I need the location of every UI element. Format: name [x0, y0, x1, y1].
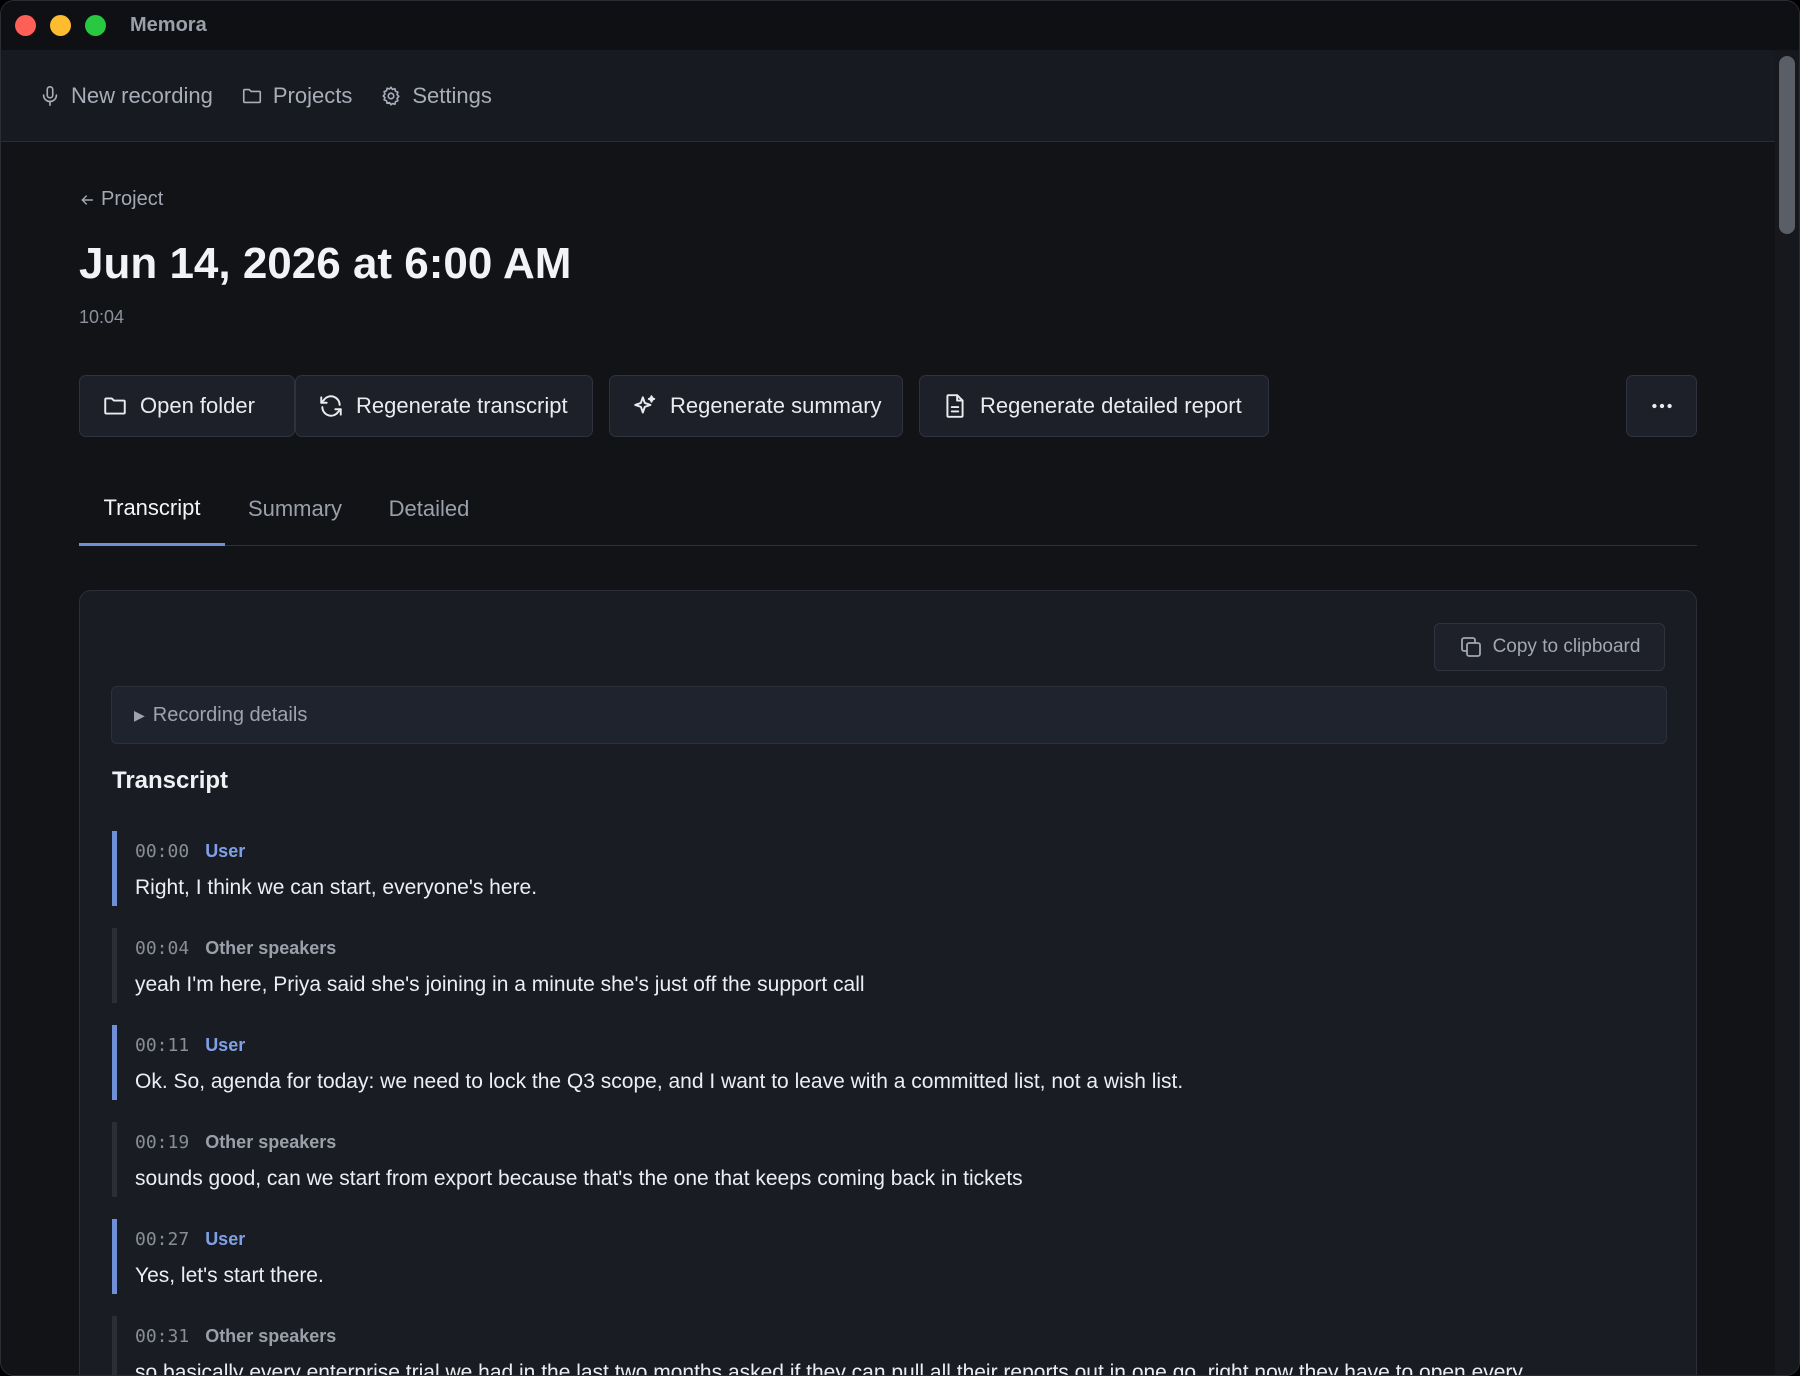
transcript-entry: 00:19 Other speakers sounds good, can we… — [112, 1122, 1668, 1197]
entry-text: yeah I'm here, Priya said she's joining … — [135, 973, 865, 996]
entry-speaker: User — [205, 841, 246, 861]
entry-text: sounds good, can we start from export be… — [135, 1167, 1023, 1190]
recording-details-label: Recording details — [152, 703, 308, 726]
entry-timestamp: 00:27 — [135, 1229, 190, 1250]
disclosure-triangle-icon: ▶ — [134, 706, 145, 723]
entry-timestamp: 00:11 — [135, 1035, 190, 1056]
title-bar: Memora — [1, 1, 1799, 50]
back-to-project-link[interactable]: Project — [79, 188, 163, 211]
regenerate-summary-label: Regenerate summary — [670, 393, 882, 418]
scrollbar-track[interactable] — [1775, 50, 1799, 1375]
tab-transcript[interactable]: Transcript — [79, 472, 225, 546]
entry-timestamp: 00:19 — [135, 1132, 190, 1153]
more-horizontal-icon — [1651, 403, 1672, 409]
regenerate-summary-button[interactable]: Regenerate summary — [609, 375, 903, 437]
entry-speaker: Other speakers — [205, 1132, 337, 1152]
regenerate-transcript-label: Regenerate transcript — [356, 393, 568, 418]
scrollbar-thumb[interactable] — [1779, 56, 1795, 234]
arrow-left-icon — [81, 194, 94, 205]
entry-speaker: User — [205, 1035, 246, 1055]
entry-meta: 00:27 User — [135, 1229, 245, 1250]
top-navigation: New recording Projects Settings — [1, 50, 1777, 142]
app-title: Memora — [130, 14, 207, 36]
transcript-entry: 00:00 User Right, I think we can start, … — [112, 831, 1668, 906]
zoom-window-button[interactable] — [85, 15, 106, 36]
folder-icon — [242, 88, 261, 103]
copy-to-clipboard-button[interactable]: Copy to clipboard — [1434, 623, 1665, 671]
entry-meta: 00:31 Other speakers — [135, 1326, 336, 1347]
recording-details-toggle[interactable]: ▶ Recording details — [111, 686, 1667, 744]
recording-duration: 10:04 — [79, 307, 125, 327]
refresh-icon — [320, 395, 342, 417]
gear-icon — [382, 85, 400, 106]
sparkles-icon — [634, 395, 656, 414]
window-controls — [15, 15, 106, 36]
nav-settings-label: Settings — [412, 82, 492, 108]
transcript-panel: Copy to clipboard ▶ Recording details Tr… — [79, 590, 1697, 1376]
content-tabs: Transcript Summary Detailed — [79, 472, 1697, 546]
regenerate-detailed-report-button[interactable]: Regenerate detailed report — [919, 375, 1269, 437]
transcript-entry: 00:11 User Ok. So, agenda for today: we … — [112, 1025, 1668, 1100]
minimize-window-button[interactable] — [50, 15, 71, 36]
more-options-button[interactable] — [1626, 375, 1697, 437]
transcript-list: 00:00 User Right, I think we can start, … — [112, 831, 1668, 1376]
close-window-button[interactable] — [15, 15, 36, 36]
nav-settings[interactable]: Settings — [380, 83, 492, 109]
transcript-heading: Transcript — [112, 767, 229, 794]
entry-timestamp: 00:31 — [135, 1326, 190, 1347]
entry-text: Ok. So, agenda for today: we need to loc… — [135, 1070, 1184, 1093]
transcript-entry: 00:27 User Yes, let's start there. — [112, 1219, 1668, 1294]
mic-icon — [42, 85, 58, 106]
nav-projects-label: Projects — [272, 82, 353, 108]
entry-speaker: User — [205, 1229, 246, 1249]
entry-text: Right, I think we can start, everyone's … — [135, 876, 538, 899]
copy-icon — [1460, 637, 1481, 657]
entry-timestamp: 00:00 — [135, 841, 190, 862]
tab-summary[interactable]: Summary — [237, 472, 353, 546]
nav-projects[interactable]: Projects — [241, 83, 352, 109]
entry-speaker: Other speakers — [205, 1326, 337, 1346]
document-icon — [946, 394, 964, 418]
nav-new-recording[interactable]: New recording — [39, 83, 213, 109]
entry-meta: 00:00 User — [135, 841, 245, 862]
entry-meta: 00:19 Other speakers — [135, 1132, 336, 1153]
page-title: Jun 14, 2026 at 6:00 AM — [79, 239, 572, 288]
open-folder-button[interactable]: Open folder — [79, 375, 295, 437]
nav-new-recording-label: New recording — [71, 82, 213, 108]
entry-meta: 00:04 Other speakers — [135, 938, 336, 959]
regenerate-transcript-button[interactable]: Regenerate transcript — [295, 375, 593, 437]
entry-text: Yes, let's start there. — [135, 1264, 324, 1287]
back-link-label: Project — [101, 188, 164, 210]
transcript-entry: 00:04 Other speakers yeah I'm here, Priy… — [112, 928, 1668, 1003]
entry-text: so basically every enterprise trial we h… — [135, 1361, 1523, 1376]
transcript-entry: 00:31 Other speakers so basically every … — [112, 1316, 1668, 1376]
app-window: Memora New recording Projects Settings P… — [0, 0, 1800, 1376]
entry-meta: 00:11 User — [135, 1035, 245, 1056]
entry-speaker: Other speakers — [205, 938, 337, 958]
open-folder-label: Open folder — [140, 393, 255, 418]
regenerate-detailed-report-label: Regenerate detailed report — [980, 393, 1242, 418]
copy-to-clipboard-label: Copy to clipboard — [1492, 636, 1641, 657]
action-toolbar: Open folder Regenerate transcript Regene… — [79, 375, 1697, 437]
entry-timestamp: 00:04 — [135, 938, 190, 959]
tab-detailed[interactable]: Detailed — [379, 472, 479, 546]
folder-icon — [104, 397, 126, 415]
